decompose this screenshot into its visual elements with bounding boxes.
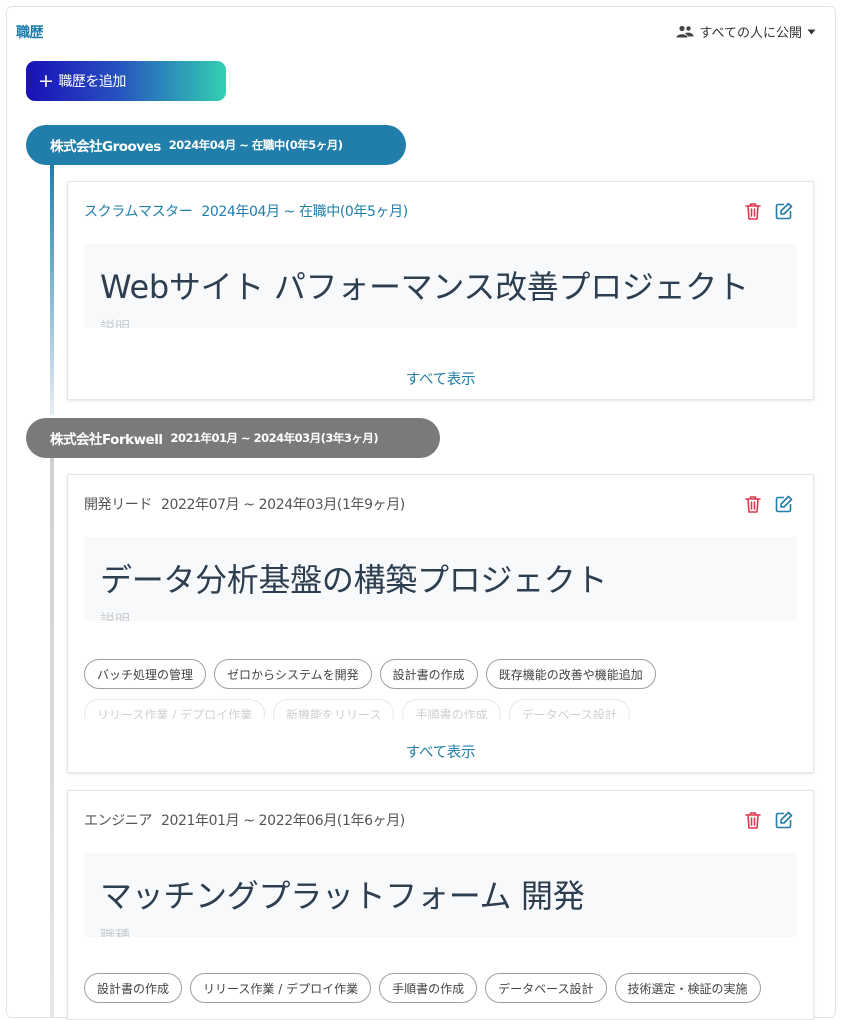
project-title: Webサイト パフォーマンス改善プロジェクト — [100, 268, 749, 306]
skill-tag: 新機能をリリース — [273, 699, 395, 719]
company-name: 株式会社Grooves — [50, 139, 161, 155]
project-field-label: 職種 — [100, 927, 131, 937]
role-title: スクラムマスター — [84, 204, 193, 220]
add-work-history-button[interactable]: + 職歴を追加 — [26, 61, 226, 101]
delete-icon[interactable] — [745, 202, 763, 220]
section-title: 職歴 — [16, 25, 44, 41]
skill-tag: リリース作業 / デプロイ作業 — [190, 973, 372, 1003]
skill-tag: 手順書の作成 — [402, 699, 501, 719]
skill-tags-faded: リリース作業 / デプロイ作業 新機能をリリース 手順書の作成 データベース設計 — [84, 699, 797, 719]
role-period: 2022年07月 ~ 2024年03月(1年9ヶ月) — [161, 497, 405, 513]
role-card-scrum-master: スクラムマスター 2024年04月 ~ 在職中(0年5ヶ月) Webサイト パフ… — [67, 181, 814, 400]
visibility-label: すべての人に公開 — [699, 26, 802, 41]
project-preview: Webサイト パフォーマンス改善プロジェクト 説明 — [84, 244, 797, 328]
company-header-grooves: 株式会社Grooves 2024年04月 ~ 在職中(0年5ヶ月) — [26, 125, 406, 165]
skill-tag: 設計書の作成 — [84, 973, 183, 1003]
skill-tag: データベース設計 — [485, 973, 607, 1003]
skill-tag: バッチ処理の管理 — [84, 659, 207, 689]
role-card-dev-lead: 開発リード 2022年07月 ~ 2024年03月(1年9ヶ月) データ分析基盤… — [67, 474, 814, 773]
skill-tag: ゼロからシステムを開発 — [214, 659, 372, 689]
delete-icon[interactable] — [745, 495, 763, 513]
skill-tag: データベース設計 — [508, 699, 630, 719]
company-period: 2021年01月 ~ 2024年03月(3年3ヶ月) — [170, 431, 379, 445]
role-title: エンジニア — [84, 813, 152, 829]
skill-tags: 設計書の作成 リリース作業 / デプロイ作業 手順書の作成 データベース設計 技… — [84, 973, 797, 1003]
project-title: マッチングプラットフォーム 開発 — [100, 877, 585, 915]
add-button-label: 職歴を追加 — [58, 74, 126, 90]
skill-tag: 設計書の作成 — [379, 659, 478, 689]
skill-tags: バッチ処理の管理 ゼロからシステムを開発 設計書の作成 既存機能の改善や機能追加 — [84, 659, 797, 689]
show-all-link[interactable]: すべて表示 — [68, 368, 813, 389]
role-title: 開発リード — [84, 497, 152, 513]
skill-tag: リリース作業 / デプロイ作業 — [84, 699, 266, 719]
role-period: 2021年01月 ~ 2022年06月(1年6ヶ月) — [161, 813, 405, 829]
skill-tag: 既存機能の改善や機能追加 — [485, 659, 656, 689]
timeline-line-grooves — [50, 165, 54, 415]
project-field-label: 説明 — [100, 318, 131, 328]
plus-icon: + — [38, 69, 54, 92]
timeline-line-forkwell — [50, 458, 54, 1018]
caret-down-icon — [807, 29, 816, 35]
project-preview: マッチングプラットフォーム 開発 職種 — [84, 853, 797, 937]
edit-icon[interactable] — [775, 495, 793, 513]
role-period: 2024年04月 ~ 在職中(0年5ヶ月) — [201, 204, 408, 220]
edit-icon[interactable] — [775, 811, 793, 829]
visibility-dropdown[interactable]: すべての人に公開 — [676, 22, 816, 41]
show-all-link[interactable]: すべて表示 — [68, 741, 813, 762]
company-period: 2024年04月 ~ 在職中(0年5ヶ月) — [168, 138, 343, 152]
project-preview: データ分析基盤の構築プロジェクト 説明 — [84, 537, 797, 621]
company-header-forkwell: 株式会社Forkwell 2021年01月 ~ 2024年03月(3年3ヶ月) — [26, 418, 440, 458]
company-name: 株式会社Forkwell — [50, 432, 163, 448]
role-card-engineer: エンジニア 2021年01月 ~ 2022年06月(1年6ヶ月) マッチングプラ… — [67, 790, 814, 1020]
project-field-label: 説明 — [100, 611, 131, 621]
skill-tag: 手順書の作成 — [379, 973, 478, 1003]
skill-tag: 技術選定・検証の実施 — [614, 973, 761, 1003]
project-title: データ分析基盤の構築プロジェクト — [100, 561, 608, 599]
delete-icon[interactable] — [745, 811, 763, 829]
people-icon — [676, 25, 694, 39]
edit-icon[interactable] — [775, 202, 793, 220]
